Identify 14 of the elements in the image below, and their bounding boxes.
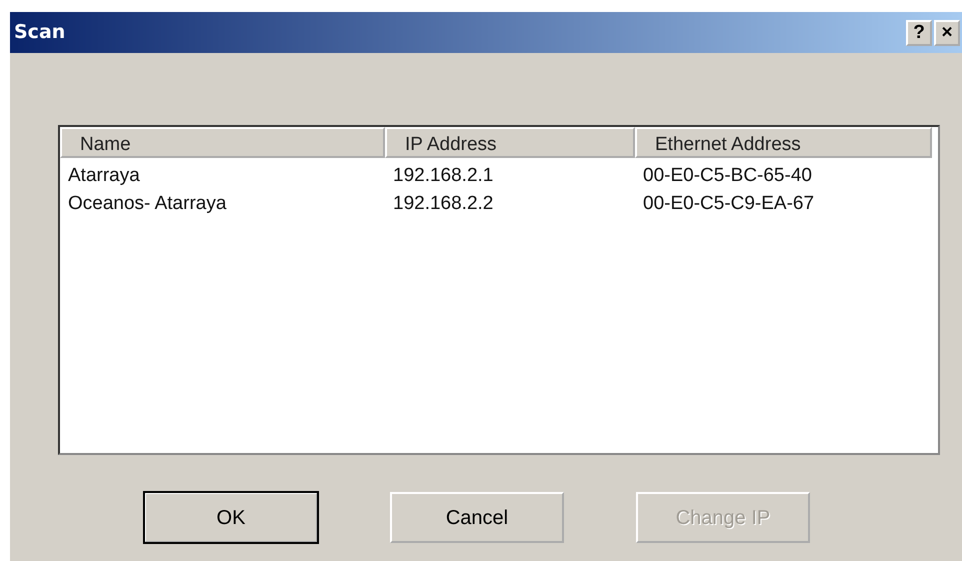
column-header[interactable]: Name	[60, 127, 385, 158]
column-header[interactable]: Ethernet Address	[635, 127, 932, 158]
column-header[interactable]: IP Address	[385, 127, 635, 158]
table-cell: Atarraya	[68, 165, 140, 186]
table-cell: 00-E0-C5-BC-65-40	[643, 165, 812, 186]
table-cell: 00-E0-C5-C9-EA-67	[643, 193, 814, 214]
window-title: Scan	[14, 20, 66, 46]
dialog-button[interactable]: Cancel	[390, 492, 564, 543]
help-button[interactable]: ?	[906, 20, 932, 46]
dialog-button[interactable]: OK	[144, 492, 318, 543]
close-button[interactable]: ×	[934, 20, 960, 46]
table-cell: Oceanos- Atarraya	[68, 193, 226, 214]
table-cell: 192.168.2.2	[393, 193, 494, 214]
table-cell: 192.168.2.1	[393, 165, 494, 186]
